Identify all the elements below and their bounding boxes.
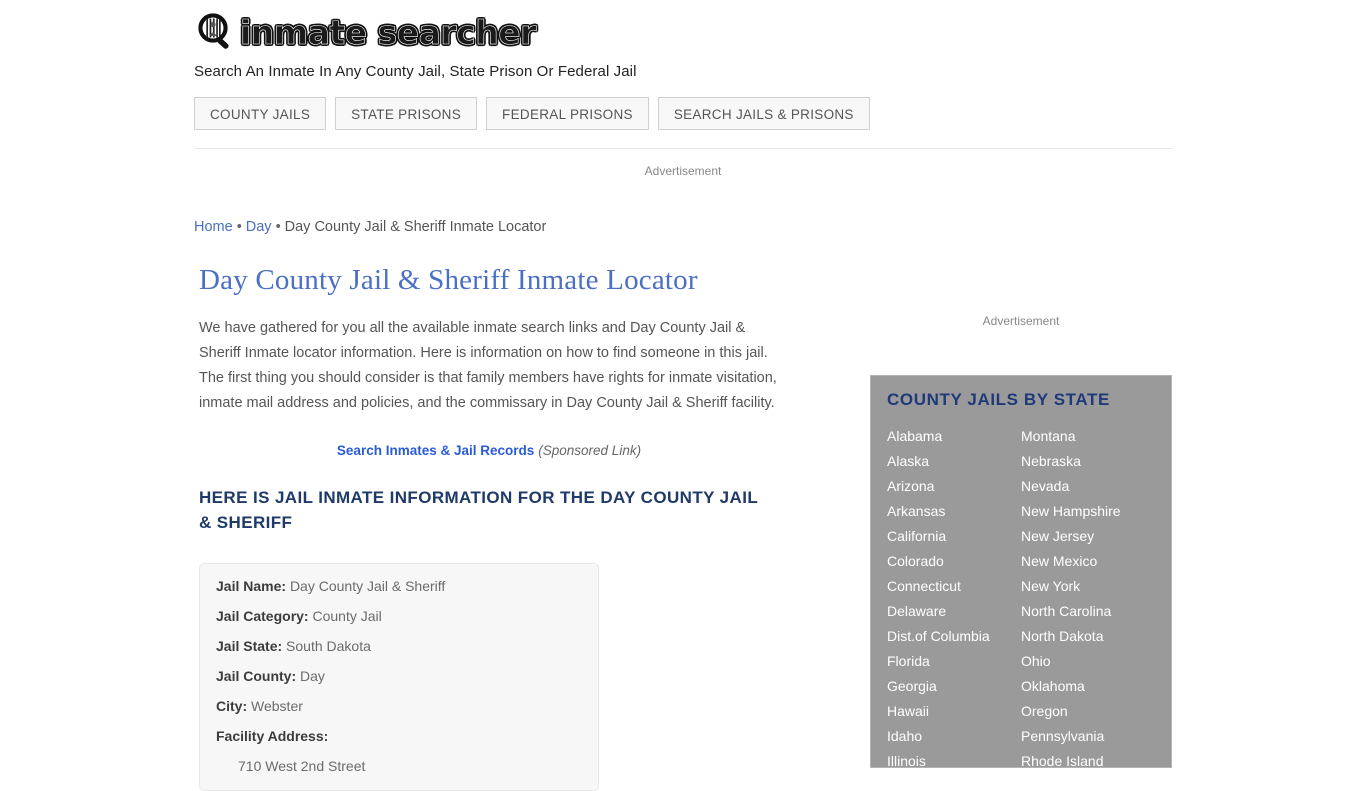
breadcrumb-separator: • bbox=[236, 219, 242, 235]
state-link-oklahoma[interactable]: Oklahoma bbox=[1021, 674, 1171, 699]
breadcrumb-separator: • bbox=[275, 219, 281, 235]
main-content: Day County Jail & Sheriff Inmate Locator… bbox=[199, 262, 799, 791]
intro-paragraph: We have gathered for you all the availab… bbox=[199, 320, 777, 411]
primary-nav: COUNTY JAILS STATE PRISONS FEDERAL PRISO… bbox=[194, 97, 870, 130]
info-row-jail-category: Jail Category: County Jail bbox=[216, 608, 582, 624]
site-logo[interactable]: inmate searcher bbox=[194, 10, 1174, 56]
sponsored-link-row: Search Inmates & Jail Records (Sponsored … bbox=[199, 443, 779, 458]
info-row-jail-name: Jail Name: Day County Jail & Sheriff bbox=[216, 578, 582, 594]
info-label: Facility Address: bbox=[216, 728, 329, 744]
info-label: Jail State: bbox=[216, 638, 283, 654]
state-link-georgia[interactable]: Georgia bbox=[887, 674, 1021, 699]
state-link-new-york[interactable]: New York bbox=[1021, 574, 1171, 599]
sponsored-search-link[interactable]: Search Inmates & Jail Records bbox=[337, 443, 534, 458]
info-label: City: bbox=[216, 698, 248, 714]
sidebar-heading: COUNTY JAILS BY STATE bbox=[887, 390, 1110, 409]
site-tagline: Search An Inmate In Any County Jail, Sta… bbox=[194, 63, 637, 80]
state-column-right: Montana Nebraska Nevada New Hampshire Ne… bbox=[1021, 424, 1171, 767]
info-row-jail-state: Jail State: South Dakota bbox=[216, 638, 582, 654]
breadcrumb-link-county[interactable]: Day bbox=[246, 219, 272, 235]
site-logo-text: inmate searcher bbox=[240, 13, 537, 52]
state-link-alabama[interactable]: Alabama bbox=[887, 424, 1021, 449]
info-value: Day bbox=[300, 668, 325, 684]
state-link-florida[interactable]: Florida bbox=[887, 649, 1021, 674]
nav-item-search-jails-prisons[interactable]: SEARCH JAILS & PRISONS bbox=[657, 97, 870, 130]
jail-info-box: Jail Name: Day County Jail & Sheriff Jai… bbox=[199, 563, 599, 791]
state-link-idaho[interactable]: Idaho bbox=[887, 724, 1021, 749]
info-label: Jail Name: bbox=[216, 578, 287, 594]
state-link-pennsylvania[interactable]: Pennsylvania bbox=[1021, 724, 1171, 749]
breadcrumb-current: Day County Jail & Sheriff Inmate Locator bbox=[284, 219, 547, 235]
magnifier-prison-bars-icon bbox=[194, 11, 238, 55]
breadcrumb: Home • Day • Day County Jail & Sheriff Inmat… bbox=[194, 219, 546, 235]
info-value: Day County Jail & Sheriff bbox=[289, 578, 446, 594]
state-column-left: Alabama Alaska Arizona Arkansas Californ… bbox=[887, 424, 1021, 767]
state-link-new-hampshire[interactable]: New Hampshire bbox=[1021, 499, 1171, 524]
page-title: Day County Jail & Sheriff Inmate Locator bbox=[199, 264, 698, 296]
nav-item-state-prisons[interactable]: STATE PRISONS bbox=[335, 97, 478, 130]
info-label: Jail County: bbox=[216, 668, 297, 684]
nav-item-county-jails[interactable]: COUNTY JAILS bbox=[194, 97, 327, 130]
state-link-alaska[interactable]: Alaska bbox=[887, 449, 1021, 474]
state-link-nevada[interactable]: Nevada bbox=[1021, 474, 1171, 499]
sidebar-advertisement-label: Advertisement bbox=[982, 314, 1060, 328]
state-link-nebraska[interactable]: Nebraska bbox=[1021, 449, 1171, 474]
state-link-delaware[interactable]: Delaware bbox=[887, 599, 1021, 624]
state-link-connecticut[interactable]: Connecticut bbox=[887, 574, 1021, 599]
state-link-north-carolina[interactable]: North Carolina bbox=[1021, 599, 1171, 624]
state-link-california[interactable]: California bbox=[887, 524, 1021, 549]
header-divider bbox=[194, 148, 1172, 149]
nav-item-federal-prisons[interactable]: FEDERAL PRISONS bbox=[486, 97, 649, 130]
state-link-ohio[interactable]: Ohio bbox=[1021, 649, 1171, 674]
state-link-north-dakota[interactable]: North Dakota bbox=[1021, 624, 1171, 649]
state-columns: Alabama Alaska Arizona Arkansas Californ… bbox=[887, 424, 1155, 767]
page-root: inmate searcher Search An Inmate In Any … bbox=[0, 0, 1366, 791]
county-jails-by-state-panel: COUNTY JAILS BY STATE Alabama Alaska Ari… bbox=[870, 375, 1172, 768]
state-link-hawaii[interactable]: Hawaii bbox=[887, 699, 1021, 724]
state-link-new-jersey[interactable]: New Jersey bbox=[1021, 524, 1171, 549]
state-link-rhode-island[interactable]: Rhode Island bbox=[1021, 749, 1171, 767]
site-header: inmate searcher Search An Inmate In Any … bbox=[194, 10, 1174, 80]
state-link-montana[interactable]: Montana bbox=[1021, 424, 1171, 449]
state-link-new-mexico[interactable]: New Mexico bbox=[1021, 549, 1171, 574]
info-row-city: City: Webster bbox=[216, 698, 582, 714]
info-row-jail-county: Jail County: Day bbox=[216, 668, 582, 684]
info-value: Webster bbox=[251, 698, 303, 714]
state-link-arkansas[interactable]: Arkansas bbox=[887, 499, 1021, 524]
breadcrumb-link-home[interactable]: Home bbox=[194, 219, 233, 235]
section-title: HERE IS JAIL INMATE INFORMATION FOR THE … bbox=[199, 488, 758, 532]
info-value: County Jail bbox=[312, 608, 382, 624]
info-label: Jail Category: bbox=[216, 608, 309, 624]
state-link-illinois[interactable]: Illinois bbox=[887, 749, 1021, 767]
top-advertisement-label: Advertisement bbox=[644, 164, 722, 178]
sponsored-note: (Sponsored Link) bbox=[538, 443, 642, 458]
state-link-dist-of-columbia[interactable]: Dist.of Columbia bbox=[887, 624, 1021, 649]
info-value: South Dakota bbox=[286, 638, 371, 654]
info-row-facility-address: Facility Address: bbox=[216, 728, 582, 744]
facility-address-line: 710 West 2nd Street bbox=[238, 758, 366, 774]
state-link-arizona[interactable]: Arizona bbox=[887, 474, 1021, 499]
state-link-colorado[interactable]: Colorado bbox=[887, 549, 1021, 574]
state-link-oregon[interactable]: Oregon bbox=[1021, 699, 1171, 724]
